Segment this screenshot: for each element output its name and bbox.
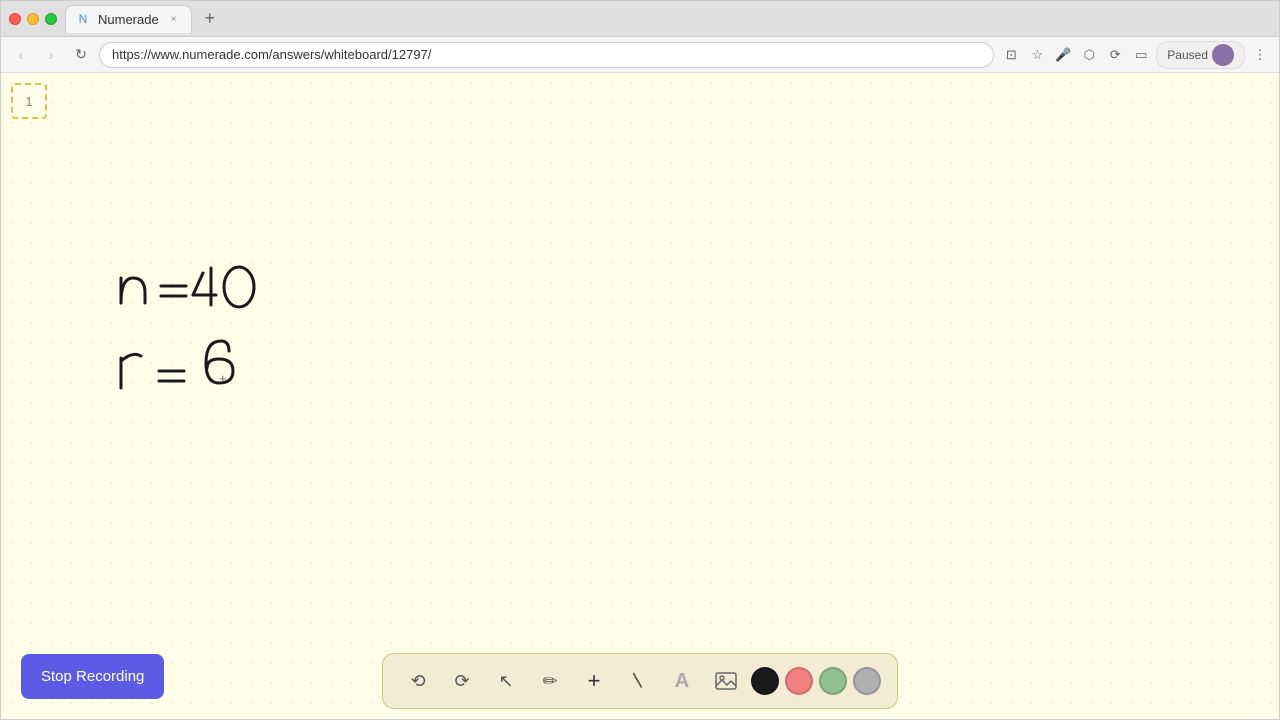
stop-recording-label: Stop Recording bbox=[41, 668, 144, 685]
whiteboard-canvas[interactable]: 1 + bbox=[1, 73, 1279, 719]
add-icon: + bbox=[588, 668, 601, 694]
undo-icon: ⟲ bbox=[410, 671, 425, 692]
color-black[interactable] bbox=[751, 667, 779, 695]
refresh-button[interactable]: ↻ bbox=[69, 43, 93, 67]
close-traffic-light[interactable] bbox=[9, 13, 21, 25]
tab-close-button[interactable]: × bbox=[167, 12, 181, 26]
paused-label: Paused bbox=[1167, 48, 1208, 62]
tab-bar: N Numerade × + bbox=[65, 5, 1271, 33]
math-handwriting bbox=[81, 223, 401, 423]
url-text: https://www.numerade.com/answers/whitebo… bbox=[112, 47, 431, 62]
maximize-traffic-light[interactable] bbox=[45, 13, 57, 25]
add-button[interactable]: + bbox=[575, 662, 613, 700]
image-tool-button[interactable] bbox=[707, 662, 745, 700]
address-bar-icons: ⊡ ☆ 🎤 ⬡ ⟳ ▭ Paused ⋮ bbox=[1000, 41, 1271, 69]
text-tool-button[interactable]: A bbox=[663, 662, 701, 700]
pen-icon: ✏ bbox=[542, 671, 557, 692]
stop-recording-button[interactable]: Stop Recording bbox=[21, 654, 164, 699]
address-bar: ‹ › ↻ https://www.numerade.com/answers/w… bbox=[1, 37, 1279, 73]
color-pink[interactable] bbox=[785, 667, 813, 695]
screen-icon[interactable]: ▭ bbox=[1130, 44, 1152, 66]
cursor-indicator: + bbox=[219, 371, 227, 386]
sync-icon[interactable]: ⟳ bbox=[1104, 44, 1126, 66]
bottom-toolbar: ⟲ ⟳ ↖ ✏ + / A bbox=[382, 653, 898, 709]
pen-tool-button[interactable]: ✏ bbox=[531, 662, 569, 700]
mic-icon[interactable]: 🎤 bbox=[1052, 44, 1074, 66]
browser-window: N Numerade × + ‹ › ↻ https://www.numerad… bbox=[0, 0, 1280, 720]
title-bar: N Numerade × + bbox=[1, 1, 1279, 37]
eraser-icon: / bbox=[627, 670, 650, 693]
bookmark-icon[interactable]: ☆ bbox=[1026, 44, 1048, 66]
undo-button[interactable]: ⟲ bbox=[399, 662, 437, 700]
back-button[interactable]: ‹ bbox=[9, 43, 33, 67]
menu-icon[interactable]: ⋮ bbox=[1249, 44, 1271, 66]
cast-icon[interactable]: ⊡ bbox=[1000, 44, 1022, 66]
redo-button[interactable]: ⟳ bbox=[443, 662, 481, 700]
select-icon: ↖ bbox=[498, 671, 513, 692]
color-green[interactable] bbox=[819, 667, 847, 695]
tab-favicon: N bbox=[76, 12, 90, 26]
traffic-lights bbox=[9, 13, 57, 25]
user-avatar bbox=[1212, 44, 1234, 66]
text-icon: A bbox=[675, 670, 689, 693]
redo-icon: ⟳ bbox=[454, 671, 469, 692]
url-bar[interactable]: https://www.numerade.com/answers/whitebo… bbox=[99, 42, 994, 68]
tab-title: Numerade bbox=[98, 12, 159, 27]
active-tab[interactable]: N Numerade × bbox=[65, 5, 192, 33]
paused-badge: Paused bbox=[1156, 41, 1245, 69]
image-icon bbox=[715, 670, 737, 692]
new-tab-button[interactable]: + bbox=[196, 5, 224, 33]
forward-button[interactable]: › bbox=[39, 43, 63, 67]
minimize-traffic-light[interactable] bbox=[27, 13, 39, 25]
eraser-tool-button[interactable]: / bbox=[619, 662, 657, 700]
page-indicator: 1 bbox=[11, 83, 47, 119]
color-gray[interactable] bbox=[853, 667, 881, 695]
extensions-icon[interactable]: ⬡ bbox=[1078, 44, 1100, 66]
select-tool-button[interactable]: ↖ bbox=[487, 662, 525, 700]
